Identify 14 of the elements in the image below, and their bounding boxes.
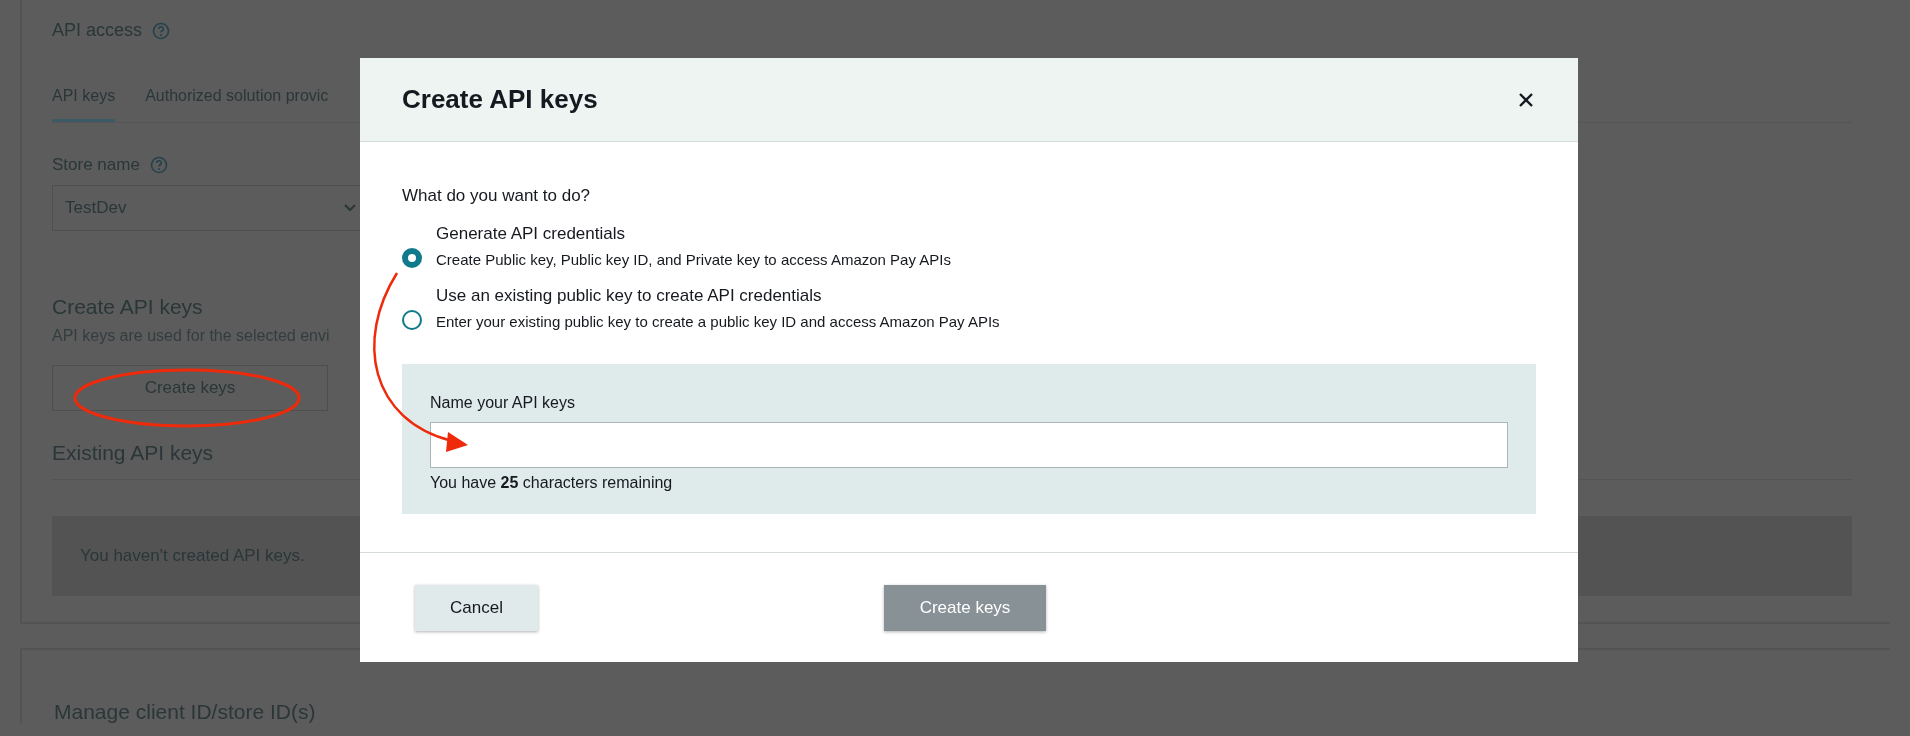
chevron-down-icon — [343, 203, 357, 213]
question-text: What do you want to do? — [402, 186, 592, 206]
cancel-button[interactable]: Cancel — [415, 584, 538, 631]
radio-button[interactable] — [402, 310, 422, 330]
field-label: Name your API keys — [430, 394, 576, 412]
option-description: Create Public key, Public key ID, and Private key to access Amazon Pay APIs — [436, 251, 951, 268]
dialog-title: Create API keys — [402, 84, 598, 115]
option-title: Generate API credentials — [436, 224, 626, 244]
option-title: Use an existing public key to create API credentials — [436, 286, 823, 306]
characters-remaining-text: You have 25 characters remaining — [430, 474, 674, 492]
radio-button[interactable] — [402, 248, 422, 268]
option-description: Enter your existing public key to create a public key ID and access Amazon Pay APIs — [436, 313, 1000, 330]
input-field[interactable] — [430, 422, 1508, 468]
close-icon — [1518, 91, 1534, 108]
